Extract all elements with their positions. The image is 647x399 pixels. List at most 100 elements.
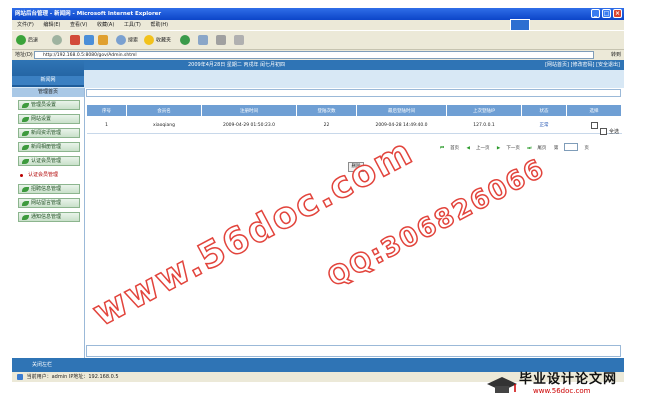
leaf-icon bbox=[22, 215, 29, 220]
col-reg-time: 注册时间 bbox=[201, 104, 297, 117]
cell-name: xiaoqiang bbox=[126, 116, 202, 134]
search-button[interactable]: 搜索 bbox=[116, 35, 138, 46]
select-all[interactable]: 全选 bbox=[600, 128, 619, 136]
menu-edit[interactable]: 编辑(E) bbox=[43, 22, 60, 28]
last-page-link[interactable]: 尾页 bbox=[537, 146, 546, 151]
toolbar: 后退 搜索 收藏夹 bbox=[12, 30, 624, 50]
col-logins: 登陆次数 bbox=[296, 104, 357, 117]
menu-help[interactable]: 帮助(H) bbox=[150, 22, 168, 28]
edit-icon bbox=[234, 35, 244, 45]
edit-button[interactable] bbox=[234, 35, 246, 46]
cell-reg-time: 2009-04-29 01:50:23.0 bbox=[201, 116, 297, 134]
col-status: 状态 bbox=[521, 104, 567, 117]
select-all-label: 全选 bbox=[608, 129, 619, 135]
col-last-time: 最后登陆时间 bbox=[356, 104, 447, 117]
leaf-icon bbox=[22, 117, 29, 122]
back-button[interactable]: 后退 bbox=[16, 35, 38, 46]
refresh-icon bbox=[84, 35, 94, 45]
cell-logins: 22 bbox=[296, 116, 357, 134]
status-text: 当前用户：admin IP地址：192.168.0.5 bbox=[26, 374, 119, 380]
media-button[interactable] bbox=[180, 35, 192, 46]
sidebar-item-messages[interactable]: 网站留言管理 bbox=[18, 198, 80, 208]
cell-status[interactable]: 正常 bbox=[521, 116, 567, 134]
sidebar-item-members-active[interactable]: 认证会员管理 bbox=[20, 171, 58, 180]
cell-no: 1 bbox=[86, 116, 127, 134]
address-bar: 地址(D) http://192.168.0.5:8080/gov/Admin.… bbox=[12, 50, 624, 60]
next-page-link[interactable]: 下一页 bbox=[506, 146, 520, 151]
cell-last-time: 2009-04-28 14:49:40.0 bbox=[356, 116, 447, 134]
forward-button[interactable] bbox=[52, 35, 64, 46]
badge-url: www.56doc.com bbox=[533, 387, 591, 395]
home-link[interactable]: [网站首页] bbox=[545, 62, 569, 68]
refresh-button[interactable] bbox=[84, 35, 96, 46]
date-text: 2009年4月28日 星期二 丙戌年 闰七月初四 bbox=[188, 62, 286, 68]
go-button[interactable]: 转到 bbox=[611, 50, 621, 60]
bullet-icon bbox=[20, 174, 23, 177]
sidebar-item-news[interactable]: 新闻资讯管理 bbox=[18, 128, 80, 138]
sidebar-item-members[interactable]: 认证会员管理 bbox=[18, 156, 80, 166]
page-label: 第 bbox=[553, 145, 559, 151]
status-link[interactable]: 正常 bbox=[540, 123, 549, 128]
mail-button[interactable] bbox=[198, 35, 210, 46]
first-page-link[interactable]: 首页 bbox=[450, 146, 459, 151]
menu-view[interactable]: 查看(V) bbox=[70, 22, 87, 28]
page-input[interactable] bbox=[564, 143, 579, 151]
favorites-button[interactable]: 收藏夹 bbox=[144, 35, 171, 46]
print-button[interactable] bbox=[216, 35, 228, 46]
maximize-button[interactable]: □ bbox=[602, 9, 611, 18]
member-table: 序号 会员名 注册时间 登陆次数 最后登陆时间 上次登陆IP 状态 选择 1 x… bbox=[86, 104, 622, 136]
brand-badge: 毕业设计论文网 www.56doc.com bbox=[485, 372, 645, 398]
back-arrow-icon bbox=[16, 35, 26, 45]
address-label: 地址(D) bbox=[15, 52, 33, 58]
close-button[interactable]: × bbox=[613, 9, 622, 18]
sidebar-item-admin[interactable]: 管理员设置 bbox=[18, 100, 80, 110]
window-title: 网站后台管理 - 新闻网 - Microsoft Internet Explor… bbox=[15, 11, 162, 17]
leaf-icon bbox=[22, 187, 29, 192]
prev-page-icon[interactable]: ◀ bbox=[467, 146, 470, 151]
col-last-ip: 上次登陆IP bbox=[446, 104, 522, 117]
pager: ⏮ 首页 ◀ 上一页 ▶ 下一页 ⏭ 尾页 第 页 bbox=[440, 143, 595, 151]
sidebar-menu: 管理员设置 网站设置 新闻资讯管理 新闻相册管理 认证会员管理 认证会员管理 招… bbox=[12, 88, 84, 358]
ie-page-icon bbox=[17, 373, 23, 380]
sidebar-item-site-settings[interactable]: 网站设置 bbox=[18, 114, 80, 124]
first-page-icon[interactable]: ⏮ bbox=[440, 146, 444, 151]
mail-icon bbox=[198, 35, 208, 45]
minimize-button[interactable]: _ bbox=[591, 9, 600, 18]
row-checkbox[interactable] bbox=[590, 121, 598, 129]
menu-favorites[interactable]: 收藏(A) bbox=[97, 22, 114, 28]
page-header: 2009年4月28日 星期二 丙戌年 闰七月初四 [网站首页] [修改密码] [… bbox=[12, 60, 624, 70]
select-all-checkbox[interactable] bbox=[600, 128, 608, 135]
forward-arrow-icon bbox=[52, 35, 62, 45]
sidebar-item-album[interactable]: 新闻相册管理 bbox=[18, 142, 80, 152]
col-name: 会员名 bbox=[126, 104, 202, 117]
close-left-panel[interactable]: 关闭左栏 bbox=[32, 362, 52, 368]
print-icon bbox=[216, 35, 226, 45]
watermark-site: www.56doc.com bbox=[86, 130, 421, 335]
change-password-link[interactable]: [修改密码] bbox=[571, 62, 595, 68]
leaf-icon bbox=[22, 201, 29, 206]
last-page-icon[interactable]: ⏭ bbox=[527, 146, 531, 151]
home-button[interactable] bbox=[98, 35, 110, 46]
stop-button[interactable] bbox=[70, 35, 82, 46]
col-no: 序号 bbox=[86, 104, 127, 117]
col-select: 选择 bbox=[566, 104, 622, 117]
prev-page-link[interactable]: 上一页 bbox=[476, 146, 490, 151]
sidebar-item-jobs[interactable]: 招聘信息管理 bbox=[18, 184, 80, 194]
sidebar-item-notices[interactable]: 通知信息管理 bbox=[18, 212, 80, 222]
table-header-row: 序号 会员名 注册时间 登陆次数 最后登陆时间 上次登陆IP 状态 选择 bbox=[86, 104, 622, 117]
footer-bar: 关闭左栏 bbox=[12, 358, 624, 372]
main-top-strip bbox=[86, 89, 621, 97]
stop-icon bbox=[70, 35, 80, 45]
leaf-icon bbox=[22, 103, 29, 108]
menu-file[interactable]: 文件(F) bbox=[17, 22, 34, 28]
url-input[interactable]: http://192.168.0.5:8080/gov/Admin.shtml bbox=[34, 51, 594, 59]
cell-last-ip: 127.0.0.1 bbox=[446, 116, 522, 134]
logout-link[interactable]: [安全退出] bbox=[596, 62, 620, 68]
menu-tools[interactable]: 工具(T) bbox=[124, 22, 141, 28]
graduation-cap-icon bbox=[487, 377, 517, 393]
leaf-icon bbox=[22, 159, 29, 164]
main-bottom-strip bbox=[86, 345, 621, 357]
star-icon bbox=[144, 35, 154, 45]
next-page-icon[interactable]: ▶ bbox=[497, 146, 500, 151]
site-name: 新闻网 bbox=[12, 76, 84, 85]
